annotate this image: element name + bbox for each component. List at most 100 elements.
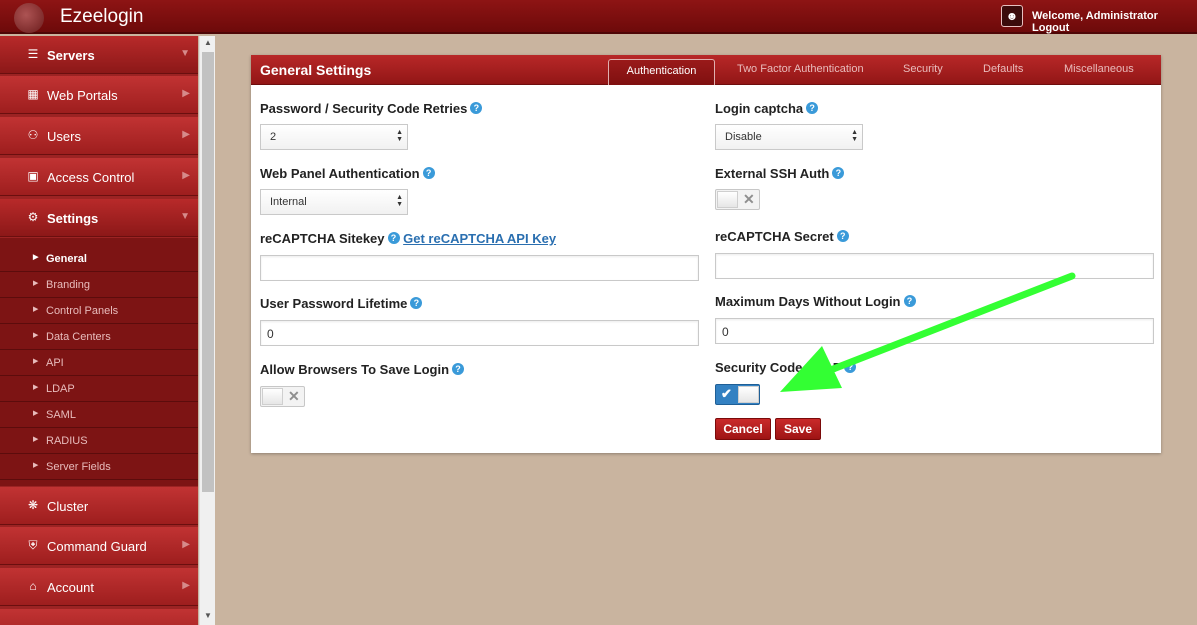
- tab-security[interactable]: Security: [903, 63, 943, 75]
- list-icon: ☰: [27, 47, 39, 61]
- help-icon[interactable]: ?: [387, 232, 400, 244]
- submenu-item-radius[interactable]: ▶ RADIUS: [0, 428, 198, 454]
- chevron-right-icon: ▶: [182, 580, 190, 591]
- sidebar-item-command-guard[interactable]: ⛨ Command Guard ▶: [0, 527, 198, 565]
- submenu-label: Data Centers: [46, 331, 111, 343]
- submenu-label: SAML: [46, 409, 76, 421]
- recaptcha-secret-input[interactable]: [715, 253, 1154, 279]
- sidebar-item-account[interactable]: ⌂ Account ▶: [0, 568, 198, 606]
- get-recaptcha-key-link[interactable]: Get reCAPTCHA API Key: [403, 231, 556, 246]
- toggle-knob: [262, 388, 283, 405]
- sidebar: ☰ Servers ▼ ▦ Web Portals ▶ ⚇ Users ▶ ▣ …: [0, 36, 198, 625]
- help-icon[interactable]: ?: [844, 361, 857, 373]
- help-icon[interactable]: ?: [422, 167, 435, 179]
- help-icon[interactable]: ?: [806, 102, 819, 114]
- top-bar: Ezeelogin ☻ Welcome, Administrator Logou…: [0, 0, 1197, 34]
- sidebar-item-settings[interactable]: ⚙ Settings ▼: [0, 199, 198, 237]
- x-icon: ✕: [743, 191, 755, 207]
- submenu-item-saml[interactable]: ▶ SAML: [0, 402, 198, 428]
- recaptcha-sitekey-input[interactable]: [260, 255, 699, 281]
- web-auth-label: Web Panel Authentication?: [260, 166, 435, 181]
- help-icon[interactable]: ?: [903, 295, 916, 307]
- pwd-lifetime-input[interactable]: 0: [260, 320, 699, 346]
- submenu-label: API: [46, 357, 64, 369]
- save-button[interactable]: Save: [775, 418, 821, 440]
- select-arrows-icon: ▲ ▼: [396, 129, 403, 143]
- sidebar-item-access-control[interactable]: ▣ Access Control ▶: [0, 158, 198, 196]
- sidebar-item-label: Account: [47, 580, 94, 595]
- sidebar-item-servers[interactable]: ☰ Servers ▼: [0, 36, 198, 74]
- sidebar-item-label: Command Guard: [47, 539, 147, 554]
- submenu-label: LDAP: [46, 383, 75, 395]
- chevron-right-icon: ▶: [182, 170, 190, 181]
- sidebar-item-label: Access Control: [47, 170, 135, 185]
- check-icon: ✔: [721, 386, 732, 401]
- submenu-item-control-panels[interactable]: ▶ Control Panels: [0, 298, 198, 324]
- submenu-item-api[interactable]: ▶ API: [0, 350, 198, 376]
- retries-select[interactable]: 2 ▲ ▼: [260, 124, 408, 150]
- tab-defaults[interactable]: Defaults: [983, 63, 1023, 75]
- submenu-label: Branding: [46, 279, 91, 291]
- lock-icon: ▣: [27, 169, 39, 183]
- allow-browsers-toggle[interactable]: ✕: [260, 386, 305, 407]
- submenu-label: RADIUS: [46, 435, 88, 447]
- cancel-button[interactable]: Cancel: [715, 418, 771, 440]
- login-captcha-select[interactable]: Disable ▲ ▼: [715, 124, 863, 150]
- sidebar-item-users[interactable]: ⚇ Users ▶: [0, 117, 198, 155]
- home-icon: ⌂: [29, 579, 37, 593]
- chevron-right-icon: ▶: [182, 129, 190, 140]
- select-arrows-icon: ▲ ▼: [396, 194, 403, 208]
- bullet-icon: ▶: [33, 384, 39, 391]
- retries-label: Password / Security Code Retries?: [260, 101, 483, 116]
- ext-ssh-toggle[interactable]: ✕: [715, 189, 760, 210]
- max-days-input[interactable]: 0: [715, 318, 1154, 344]
- sidebar-item-partial[interactable]: [0, 609, 198, 625]
- sidebar-item-web-portals[interactable]: ▦ Web Portals ▶: [0, 76, 198, 114]
- bullet-icon: ▶: [33, 254, 39, 261]
- sidebar-scrollbar[interactable]: ▲ ▼: [199, 36, 215, 625]
- toggle-knob: [738, 386, 759, 403]
- submenu-label: Server Fields: [46, 461, 111, 473]
- sidebar-item-cluster[interactable]: ❋ Cluster: [0, 487, 198, 525]
- gears-icon: ⚙: [27, 210, 39, 224]
- bullet-icon: ▶: [33, 358, 39, 365]
- submenu-item-server-fields[interactable]: ▶ Server Fields: [0, 454, 198, 480]
- submenu-item-data-centers[interactable]: ▶ Data Centers: [0, 324, 198, 350]
- toggle-knob: [717, 191, 738, 208]
- app-title: Ezeelogin: [60, 6, 144, 27]
- help-icon[interactable]: ?: [470, 102, 483, 114]
- bullet-icon: ▶: [33, 462, 39, 469]
- scroll-up-icon[interactable]: ▲: [203, 38, 213, 47]
- recaptcha-sitekey-label: reCAPTCHA Sitekey? Get reCAPTCHA API Key: [260, 231, 557, 246]
- x-icon: ✕: [288, 388, 300, 404]
- help-icon[interactable]: ?: [452, 363, 465, 375]
- chevron-right-icon: ▶: [182, 539, 190, 550]
- tab-two-factor-authentication[interactable]: Two Factor Authentication: [737, 63, 864, 75]
- welcome-logout-link[interactable]: Welcome, Administrator Logout: [1032, 10, 1197, 34]
- help-icon[interactable]: ?: [836, 230, 849, 242]
- pwd-lifetime-label: User Password Lifetime?: [260, 296, 423, 311]
- shield-icon: ⛨: [28, 538, 38, 552]
- chevron-down-icon: ▼: [180, 211, 190, 222]
- web-auth-select[interactable]: Internal ▲ ▼: [260, 189, 408, 215]
- submenu-item-general[interactable]: ▶ General: [0, 246, 198, 272]
- ext-ssh-label: External SSH Auth?: [715, 166, 845, 181]
- bullet-icon: ▶: [33, 410, 39, 417]
- help-icon[interactable]: ?: [410, 297, 423, 309]
- sidebar-item-label: Settings: [47, 211, 99, 226]
- help-icon[interactable]: ?: [832, 167, 845, 179]
- chevron-down-icon: ▼: [180, 48, 190, 59]
- submenu-item-branding[interactable]: ▶ Branding: [0, 272, 198, 298]
- sec-code-ldap-label: Security Code LDAP?: [715, 360, 857, 375]
- sec-code-ldap-toggle[interactable]: ✔: [715, 384, 760, 405]
- scroll-down-icon[interactable]: ▼: [203, 611, 213, 620]
- sidebar-item-label: Web Portals: [47, 88, 118, 103]
- sidebar-item-label: Servers: [47, 48, 95, 63]
- user-avatar-icon[interactable]: ☻: [1001, 5, 1023, 27]
- tab-miscellaneous[interactable]: Miscellaneous: [1064, 63, 1134, 75]
- cluster-icon: ❋: [27, 498, 39, 512]
- scroll-thumb[interactable]: [202, 52, 214, 492]
- tab-authentication[interactable]: Authentication: [608, 59, 715, 85]
- submenu-item-ldap[interactable]: ▶ LDAP: [0, 376, 198, 402]
- general-settings-panel: General Settings Authentication Two Fact…: [251, 55, 1161, 453]
